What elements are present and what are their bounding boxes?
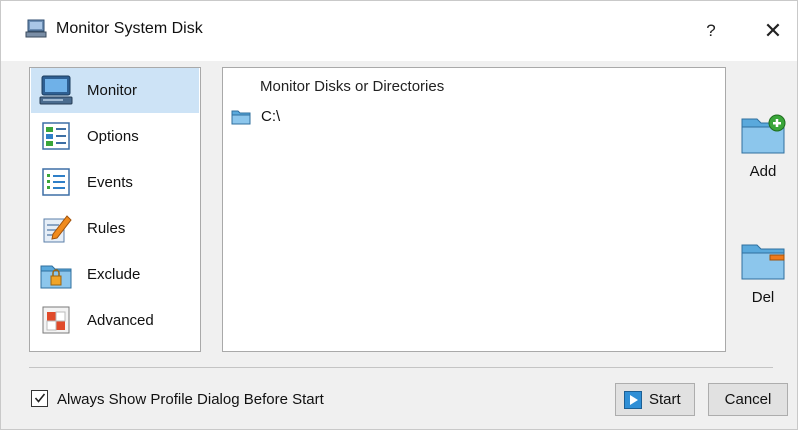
- sidebar-item-exclude[interactable]: Exclude: [31, 252, 199, 297]
- list-header: Monitor Disks or Directories: [260, 78, 445, 95]
- title-bar: Monitor System Disk ? ✕: [1, 1, 797, 61]
- sidebar-nav: Monitor Options Events Rules Exclude Adv…: [29, 67, 201, 352]
- sidebar-item-advanced[interactable]: Advanced: [31, 298, 199, 343]
- directory-list[interactable]: Monitor Disks or Directories C:\: [222, 67, 726, 352]
- sidebar-item-label: Rules: [87, 220, 126, 237]
- rules-icon: [43, 215, 72, 243]
- folder-icon: [231, 110, 251, 125]
- sidebar-item-label: Advanced: [87, 312, 154, 329]
- help-button[interactable]: ?: [691, 11, 731, 51]
- play-icon: [624, 391, 642, 409]
- del-button-label: Del: [751, 289, 775, 306]
- events-icon: [42, 168, 70, 196]
- window-title: Monitor System Disk: [56, 20, 203, 37]
- dialog-window: Monitor System Disk ? ✕ Monitor Options …: [0, 0, 798, 430]
- sidebar-item-events[interactable]: Events: [31, 160, 199, 205]
- del-button[interactable]: Del: [735, 237, 791, 317]
- start-button-label: Start: [649, 391, 681, 408]
- options-icon: [42, 122, 70, 150]
- list-item[interactable]: C:\: [227, 105, 721, 129]
- sidebar-item-label: Exclude: [87, 266, 141, 283]
- advanced-icon: [42, 306, 70, 334]
- start-button[interactable]: Start: [615, 383, 695, 416]
- cancel-button-label: Cancel: [724, 391, 772, 408]
- sidebar-item-label: Events: [87, 174, 133, 191]
- sidebar-item-monitor[interactable]: Monitor: [31, 68, 199, 113]
- footer-divider: [29, 367, 773, 368]
- exclude-icon: [40, 265, 72, 289]
- sidebar-item-rules[interactable]: Rules: [31, 206, 199, 251]
- sidebar-item-label: Options: [87, 128, 139, 145]
- monitor-icon: [39, 75, 73, 105]
- add-button[interactable]: Add: [735, 111, 791, 191]
- checkmark-icon: [34, 393, 46, 403]
- sidebar-item-options[interactable]: Options: [31, 114, 199, 159]
- remove-folder-icon: [741, 244, 785, 280]
- add-button-label: Add: [749, 163, 777, 180]
- list-item-path: C:\: [261, 108, 281, 125]
- add-folder-icon: [741, 114, 786, 154]
- sidebar-item-label: Monitor: [87, 82, 138, 99]
- cancel-button[interactable]: Cancel: [708, 383, 788, 416]
- always-show-checkbox[interactable]: [31, 390, 48, 407]
- always-show-checkbox-label[interactable]: Always Show Profile Dialog Before Start: [57, 391, 324, 408]
- close-button[interactable]: ✕: [751, 11, 795, 51]
- computer-icon: [25, 19, 47, 38]
